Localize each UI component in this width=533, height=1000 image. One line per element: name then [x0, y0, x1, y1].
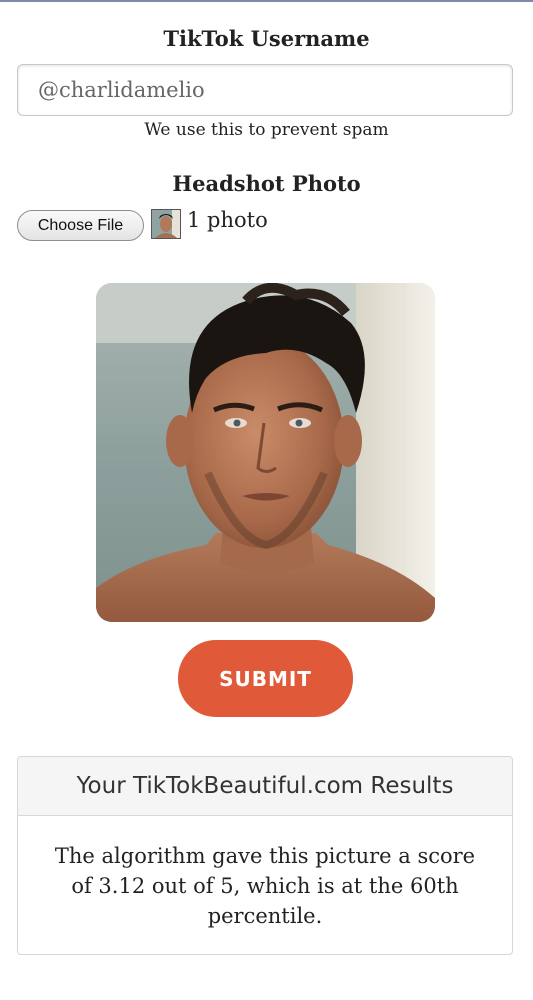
- headshot-thumbnail-icon: [151, 209, 181, 239]
- choose-file-button[interactable]: Choose File: [17, 210, 144, 241]
- results-body: The algorithm gave this picture a score …: [54, 844, 476, 928]
- photo-label: Headshot Photo: [172, 171, 361, 196]
- results-panel: Your TikTokBeautiful.com Results The alg…: [17, 756, 513, 955]
- submit-button[interactable]: SUBMIT: [178, 640, 353, 717]
- username-hint: We use this to prevent spam: [144, 120, 389, 140]
- photo-count: 1 photo: [187, 208, 268, 232]
- headshot-preview-image: [96, 283, 435, 622]
- results-header: Your TikTokBeautiful.com Results: [18, 757, 512, 816]
- username-label: TikTok Username: [163, 26, 370, 51]
- top-divider: [0, 0, 533, 2]
- username-input[interactable]: [17, 64, 513, 116]
